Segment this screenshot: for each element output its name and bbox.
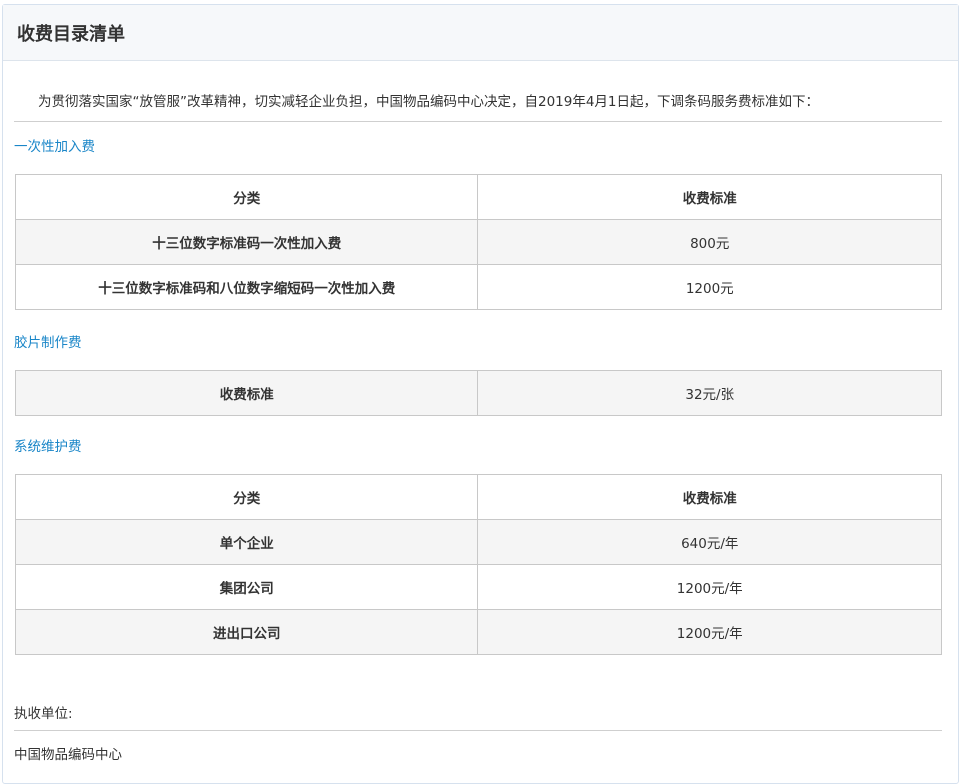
row-label: 集团公司 xyxy=(14,564,479,610)
row-label: 十三位数字标准码一次性加入费 xyxy=(14,219,479,265)
row-label: 收费标准 xyxy=(14,370,479,416)
panel-header: 收费目录清单 xyxy=(3,5,958,61)
table-row: 收费标准 32元/张 xyxy=(14,370,942,416)
column-header-category: 分类 xyxy=(14,474,479,520)
table-row: 单个企业 640元/年 xyxy=(14,519,942,565)
maintenance-fee-table: 分类 收费标准 单个企业 640元/年 集团公司 1200元/年 进出口公司 1… xyxy=(14,474,942,655)
collecting-unit-value: 中国物品编码中心 xyxy=(14,747,122,763)
row-value: 1200元/年 xyxy=(477,609,942,655)
row-label: 进出口公司 xyxy=(14,609,479,655)
table-row: 进出口公司 1200元/年 xyxy=(14,609,942,655)
table-row: 集团公司 1200元/年 xyxy=(14,564,942,610)
film-fee-table: 收费标准 32元/张 xyxy=(14,370,942,416)
table-header-row: 分类 收费标准 xyxy=(14,474,942,520)
row-value: 32元/张 xyxy=(477,370,942,416)
table-header-row: 分类 收费标准 xyxy=(14,174,942,220)
section-title-one-time-fee: 一次性加入费 xyxy=(14,139,95,155)
page-title: 收费目录清单 xyxy=(17,23,125,45)
intro-text: 为贯彻落实国家“放管服”改革精神，切实减轻企业负担，中国物品编码中心决定，自20… xyxy=(38,94,820,110)
row-value: 640元/年 xyxy=(477,519,942,565)
row-label: 十三位数字标准码和八位数字缩短码一次性加入费 xyxy=(14,264,479,310)
column-header-fee: 收费标准 xyxy=(477,474,942,520)
collecting-unit-label: 执收单位: xyxy=(14,706,73,722)
table-row: 十三位数字标准码和八位数字缩短码一次性加入费 1200元 xyxy=(14,264,942,310)
row-value: 800元 xyxy=(477,219,942,265)
table-row: 十三位数字标准码一次性加入费 800元 xyxy=(14,219,942,265)
column-header-category: 分类 xyxy=(14,174,479,220)
row-value: 1200元/年 xyxy=(477,564,942,610)
one-time-fee-table: 分类 收费标准 十三位数字标准码一次性加入费 800元 十三位数字标准码和八位数… xyxy=(14,174,942,310)
divider xyxy=(14,730,942,731)
row-value: 1200元 xyxy=(477,264,942,310)
row-label: 单个企业 xyxy=(14,519,479,565)
section-title-maintenance-fee: 系统维护费 xyxy=(14,439,82,455)
column-header-fee: 收费标准 xyxy=(477,174,942,220)
section-title-film-fee: 胶片制作费 xyxy=(14,335,82,351)
divider xyxy=(14,121,942,122)
